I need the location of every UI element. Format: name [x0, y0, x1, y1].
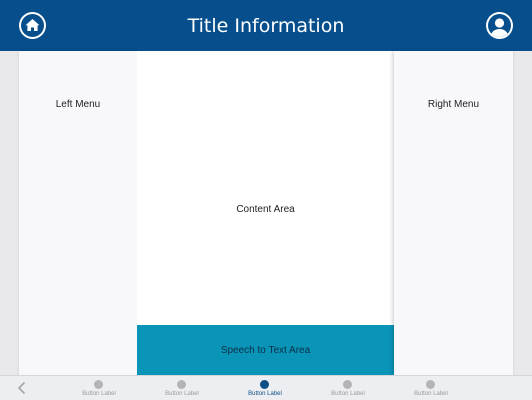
tab-label: Button Label [165, 391, 199, 397]
nav-tab-3[interactable]: Button Label [230, 376, 300, 400]
tab-label: Button Label [331, 391, 365, 397]
chevron-left-icon [18, 382, 25, 394]
profile-button[interactable] [486, 12, 513, 39]
tab-label: Button Label [414, 391, 448, 397]
left-menu-label: Left Menu [55, 99, 101, 110]
tab-label: Button Label [248, 391, 282, 397]
nav-tab-2[interactable]: Button Label [147, 376, 217, 400]
speech-to-text-area[interactable]: Speech to Text Area [137, 325, 394, 375]
tab-dot-icon [94, 380, 103, 389]
user-profile-icon [491, 18, 508, 37]
nav-tab-4[interactable]: Button Label [313, 376, 383, 400]
tab-dot-icon [343, 380, 352, 389]
speech-to-text-label: Speech to Text Area [220, 345, 311, 356]
left-menu-panel[interactable]: Left Menu [19, 51, 137, 375]
tab-dot-icon [177, 380, 186, 389]
content-area-label: Content Area [236, 204, 295, 215]
right-menu-label: Right Menu [427, 99, 480, 110]
tab-label: Button Label [82, 391, 116, 397]
right-menu-panel[interactable]: Right Menu [394, 51, 513, 375]
page-title: Title Information [187, 15, 345, 37]
back-button[interactable] [15, 381, 29, 395]
tab-dot-icon [260, 380, 269, 389]
header-bar: Title Information [0, 0, 532, 51]
bottom-nav-bar: Button Label Button Label Button Label B… [0, 375, 532, 400]
nav-tab-5[interactable]: Button Label [396, 376, 466, 400]
tab-dot-icon [426, 380, 435, 389]
content-area[interactable]: Content Area [137, 51, 394, 325]
main-stage: Left Menu Content Area Speech to Text Ar… [0, 51, 532, 375]
nav-tab-1[interactable]: Button Label [64, 376, 134, 400]
